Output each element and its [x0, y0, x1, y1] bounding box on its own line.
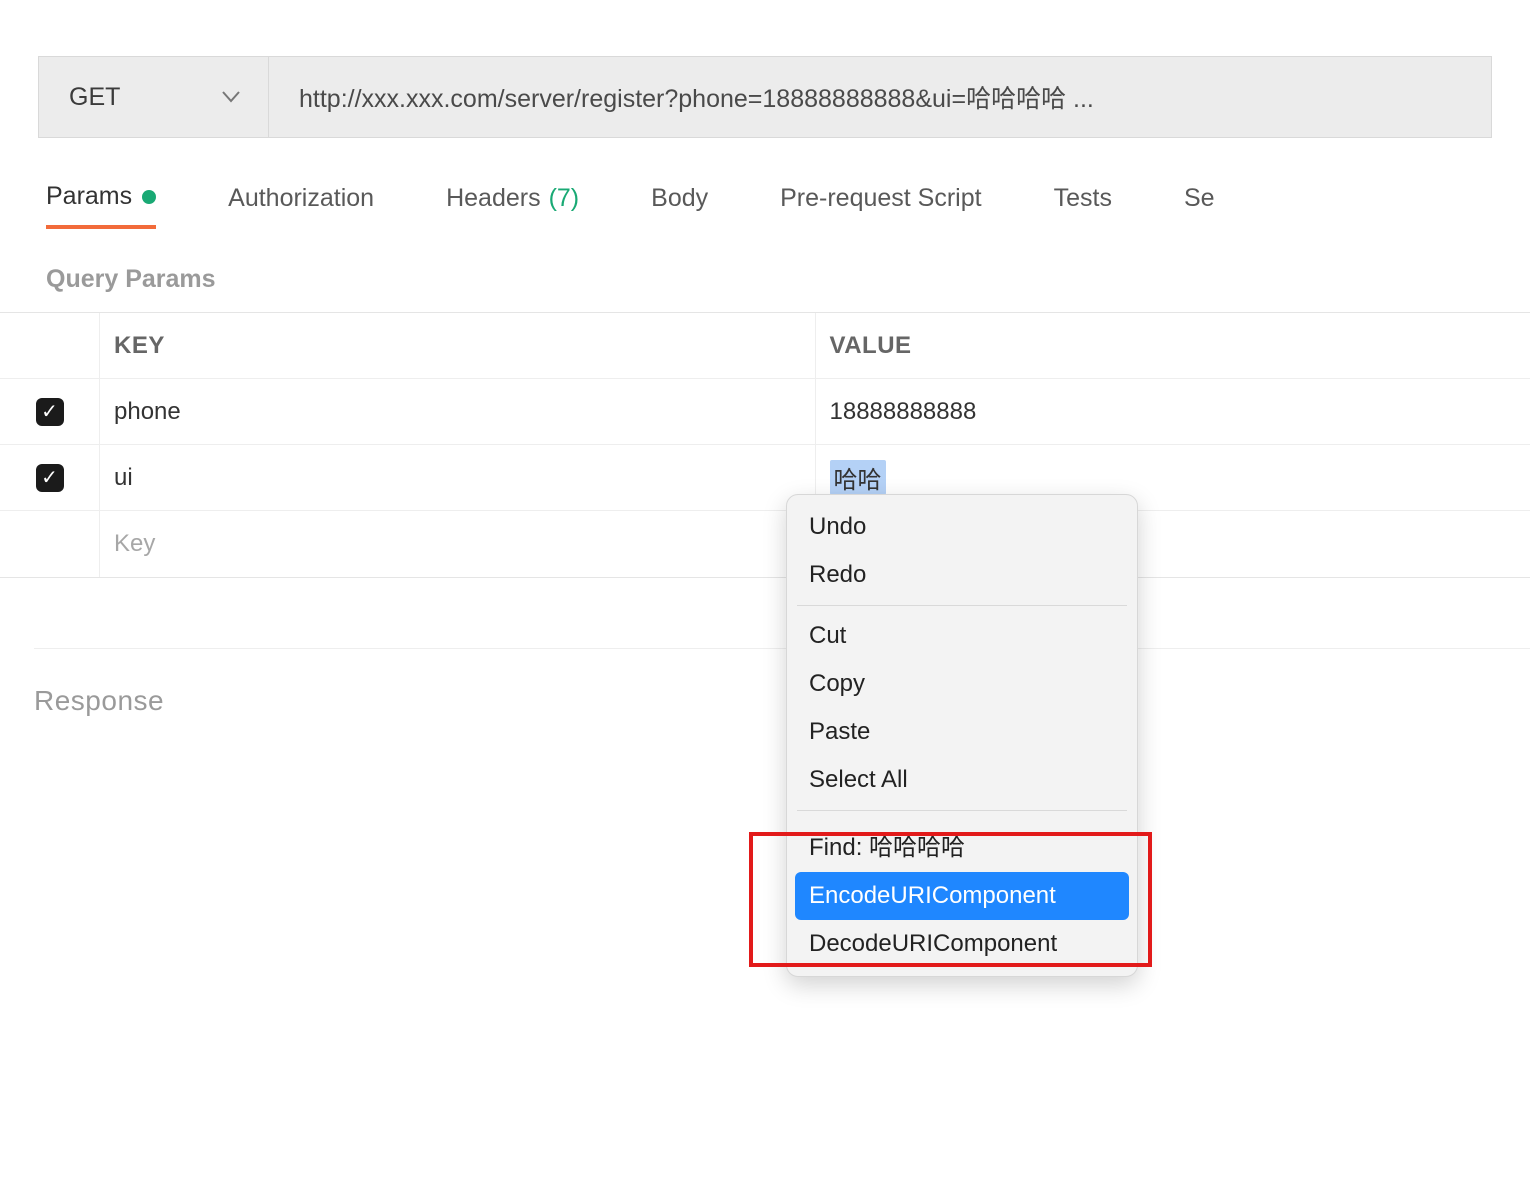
query-params-label: Query Params	[46, 265, 1530, 294]
http-method-select[interactable]: GET	[39, 57, 269, 137]
query-params-table: KEY VALUE ✓ phone 18888888888 ✓ ui 哈哈	[0, 312, 1530, 578]
selected-text: 哈哈	[830, 460, 886, 495]
http-method-label: GET	[69, 83, 120, 112]
context-menu-find[interactable]: Find: 哈哈哈哈	[787, 817, 1137, 872]
param-key-cell[interactable]: phone	[100, 379, 816, 444]
tab-pre-request-script-label: Pre-request Script	[780, 184, 981, 213]
params-row-checkbox-cell	[0, 511, 100, 577]
tab-params[interactable]: Params	[46, 182, 156, 229]
tab-settings[interactable]: Se	[1184, 182, 1215, 229]
param-key-cell[interactable]	[100, 511, 816, 577]
params-row: ✓ phone 18888888888	[0, 379, 1530, 445]
params-header-spacer	[0, 313, 100, 378]
context-menu-copy[interactable]: Copy	[787, 660, 1137, 708]
new-param-key-input[interactable]	[114, 530, 801, 558]
tab-authorization-label: Authorization	[228, 184, 374, 213]
context-menu-cut[interactable]: Cut	[787, 612, 1137, 660]
headers-count: (7)	[549, 184, 580, 213]
context-menu: Undo Redo Cut Copy Paste Select All Find…	[786, 494, 1138, 977]
param-key-cell[interactable]: ui	[100, 445, 816, 510]
tab-params-label: Params	[46, 182, 132, 211]
app-root: GET Params Authorization Headers (7) Bod…	[0, 56, 1530, 1182]
tab-tests-label: Tests	[1054, 184, 1112, 213]
check-icon: ✓	[41, 402, 58, 422]
tab-authorization[interactable]: Authorization	[228, 182, 374, 229]
context-menu-separator	[797, 605, 1127, 606]
params-row: ✓ ui 哈哈	[0, 445, 1530, 511]
params-row-checkbox-cell: ✓	[0, 445, 100, 510]
context-menu-redo[interactable]: Redo	[787, 551, 1137, 599]
params-header-value: VALUE	[816, 313, 1530, 378]
tab-body-label: Body	[651, 184, 708, 213]
tab-settings-label: Se	[1184, 184, 1215, 213]
params-active-indicator-icon	[142, 190, 156, 204]
response-section-label: Response	[34, 648, 1530, 717]
context-menu-separator	[797, 810, 1127, 811]
check-icon: ✓	[41, 468, 58, 488]
tab-headers[interactable]: Headers (7)	[446, 182, 579, 229]
context-menu-select-all[interactable]: Select All	[787, 756, 1137, 804]
request-tabs: Params Authorization Headers (7) Body Pr…	[0, 182, 1530, 229]
context-menu-encode-uri-component[interactable]: EncodeURIComponent	[795, 872, 1129, 920]
row-enabled-checkbox[interactable]: ✓	[36, 464, 64, 492]
tab-body[interactable]: Body	[651, 182, 708, 229]
params-table-header: KEY VALUE	[0, 313, 1530, 379]
param-value-cell[interactable]: 18888888888	[816, 379, 1530, 444]
params-row-new	[0, 511, 1530, 577]
chevron-down-icon	[222, 91, 240, 103]
request-bar: GET	[38, 56, 1492, 138]
tab-tests[interactable]: Tests	[1054, 182, 1112, 229]
tab-pre-request-script[interactable]: Pre-request Script	[780, 182, 981, 229]
context-menu-decode-uri-component[interactable]: DecodeURIComponent	[787, 920, 1137, 968]
request-url-input[interactable]	[269, 57, 1491, 137]
tab-headers-label: Headers	[446, 184, 541, 213]
params-row-checkbox-cell: ✓	[0, 379, 100, 444]
row-enabled-checkbox[interactable]: ✓	[36, 398, 64, 426]
context-menu-paste[interactable]: Paste	[787, 708, 1137, 756]
params-header-key: KEY	[100, 313, 816, 378]
context-menu-undo[interactable]: Undo	[787, 503, 1137, 551]
